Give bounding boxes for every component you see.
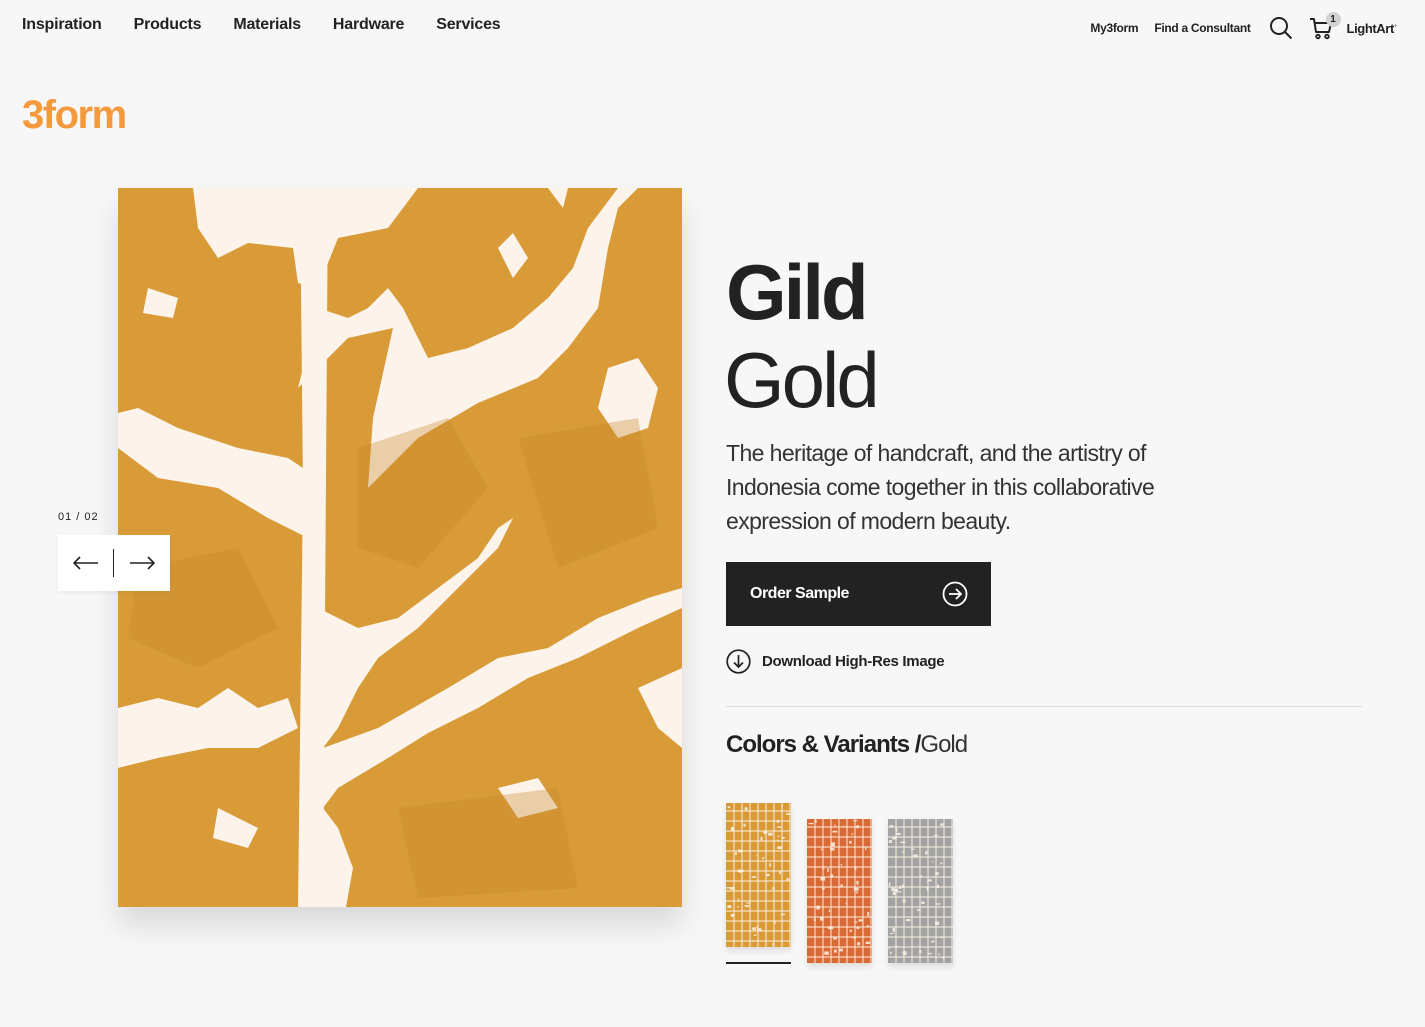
download-label: Download High-Res Image	[762, 653, 945, 670]
section-divider	[726, 706, 1362, 707]
nav-services[interactable]: Services	[436, 16, 500, 34]
product-name: Gild	[726, 248, 869, 336]
download-circle-icon	[726, 649, 751, 674]
lightart-link[interactable]: LightArt+	[1346, 20, 1398, 36]
nav-products[interactable]: Products	[134, 16, 202, 34]
search-icon	[1269, 17, 1292, 40]
lightart-label: LightArt	[1346, 20, 1395, 36]
my3form-link[interactable]: My3form	[1090, 21, 1138, 35]
nav-hardware[interactable]: Hardware	[333, 16, 405, 34]
arrow-right-icon	[129, 556, 155, 570]
swatch-copper[interactable]	[807, 819, 872, 963]
primary-nav: Inspiration Products Materials Hardware …	[22, 16, 533, 34]
product-description: The heritage of handcraft, and the artis…	[726, 440, 1155, 534]
search-button[interactable]	[1269, 16, 1293, 40]
swatch-gold-texture	[726, 803, 791, 947]
swatch-silver-texture	[888, 819, 953, 963]
slide-controls	[58, 535, 170, 591]
colors-variants-heading: Colors & Variants /Gold	[726, 731, 968, 759]
nav-inspiration[interactable]: Inspiration	[22, 16, 102, 34]
colors-variants-selected: Gold	[920, 731, 968, 758]
next-slide-button[interactable]	[114, 535, 169, 591]
slide-counter: 01 / 02	[58, 511, 99, 523]
swatch-copper-texture	[807, 819, 872, 963]
product-variant: Gold	[724, 336, 880, 424]
download-high-res-link[interactable]: Download High-Res Image	[726, 649, 945, 674]
selected-swatch-indicator	[726, 962, 791, 964]
nav-materials[interactable]: Materials	[233, 16, 301, 34]
product-hero-image	[118, 188, 682, 907]
order-sample-button[interactable]: Order Sample	[726, 562, 991, 626]
brand-logo[interactable]: 3form	[22, 93, 127, 138]
utility-nav: My3form Find a Consultant 1 LightArt+	[1090, 10, 1397, 46]
order-sample-label: Order Sample	[750, 585, 849, 602]
find-consultant-link[interactable]: Find a Consultant	[1154, 21, 1251, 35]
swatch-silver[interactable]	[888, 819, 953, 963]
cart-button[interactable]: 1	[1309, 12, 1341, 40]
prev-slide-button[interactable]	[58, 535, 113, 591]
lightart-mark: +	[1393, 23, 1398, 30]
cart-count-badge: 1	[1325, 12, 1341, 27]
arrow-right-circle-icon	[942, 581, 968, 607]
colors-variants-title: Colors & Variants	[726, 731, 910, 758]
arrow-left-icon	[72, 556, 98, 570]
swatch-gold[interactable]	[726, 803, 791, 947]
